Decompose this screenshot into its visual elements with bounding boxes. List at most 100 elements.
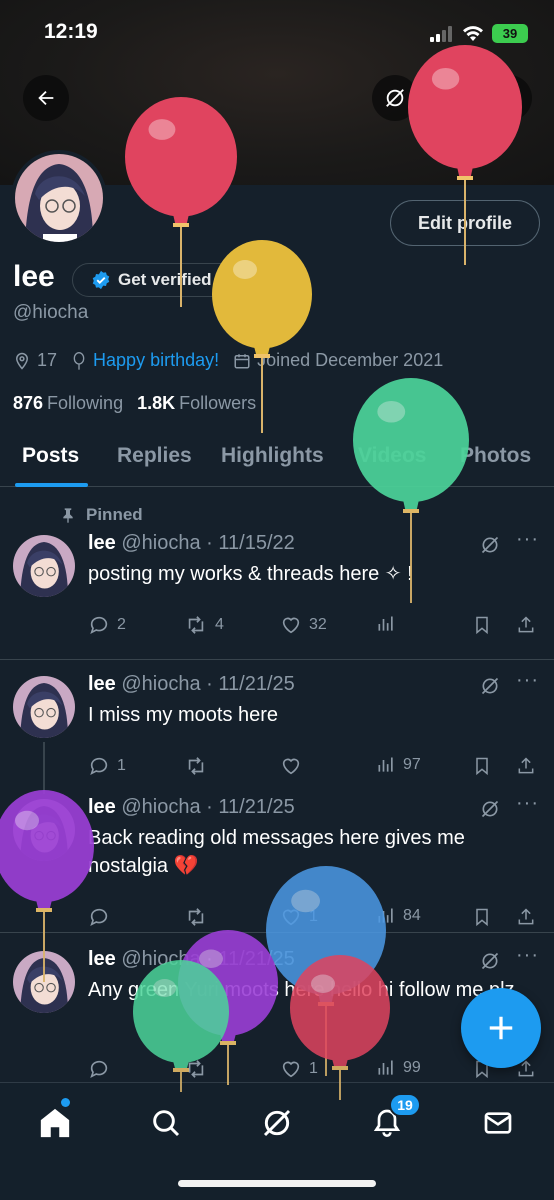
view-count: 84 xyxy=(403,907,421,924)
profile-tabs: Posts Replies Highlights Videos Photos xyxy=(0,432,554,487)
nav-search[interactable] xyxy=(144,1101,188,1145)
share-icon xyxy=(518,616,534,633)
tab-videos[interactable]: Videos xyxy=(358,444,426,468)
post-header: lee @hiocha · 11/21/25 xyxy=(88,673,295,696)
share-button[interactable] xyxy=(486,75,532,121)
reply-button[interactable] xyxy=(88,1058,117,1080)
followers-count: 1.8K xyxy=(137,393,176,413)
share-icon xyxy=(500,88,518,107)
wifi-icon xyxy=(463,25,483,41)
views-button[interactable]: 99 xyxy=(376,1058,421,1078)
post-avatar[interactable] xyxy=(13,799,75,861)
heart-icon xyxy=(282,617,300,634)
profile-avatar[interactable] xyxy=(11,150,107,246)
repost-icon xyxy=(188,1060,204,1078)
grok-icon xyxy=(481,536,499,554)
followers-link[interactable]: 1.8K Followers xyxy=(137,393,256,414)
get-verified-label: Get verified xyxy=(118,270,212,289)
post-header: lee @hiocha · 11/21/25 xyxy=(88,796,295,819)
active-tab-indicator xyxy=(15,483,88,487)
home-unread-dot xyxy=(61,1098,70,1107)
post-share-button[interactable] xyxy=(516,614,536,636)
follow-stats: 876 Following 1.8K Followers xyxy=(13,393,256,414)
like-button[interactable]: 32 xyxy=(280,614,327,636)
profile-handle: @hiocha xyxy=(13,302,89,323)
repost-button[interactable]: 4 xyxy=(184,614,224,636)
post-text: posting my works & threads here ✧ ! xyxy=(88,563,413,585)
reply-icon xyxy=(90,908,108,926)
nav-home[interactable] xyxy=(33,1101,77,1145)
post-meta: @hiocha · 11/21/25 xyxy=(121,673,295,695)
edit-profile-button[interactable]: Edit profile xyxy=(390,200,540,246)
grok-icon xyxy=(481,800,499,818)
birthday-link[interactable]: Happy birthday! xyxy=(93,350,219,371)
like-button[interactable]: 1 xyxy=(280,906,318,928)
share-icon xyxy=(518,757,534,774)
post-avatar[interactable] xyxy=(13,535,75,597)
repost-button[interactable] xyxy=(184,755,215,777)
compose-button[interactable] xyxy=(461,988,541,1068)
repost-button[interactable] xyxy=(184,1058,215,1080)
post-author[interactable]: lee xyxy=(88,673,116,695)
balloon xyxy=(266,866,386,1076)
views-button[interactable]: 97 xyxy=(376,755,421,775)
repost-icon xyxy=(188,908,204,926)
profile-name: lee xyxy=(13,260,55,293)
bookmark-button[interactable] xyxy=(472,614,492,636)
post-share-button[interactable] xyxy=(516,755,536,777)
post-grok-button[interactable] xyxy=(480,951,500,971)
post-avatar[interactable] xyxy=(13,951,75,1013)
bookmark-button[interactable] xyxy=(472,755,492,777)
post-text: Any green Yuri moots here hello hi follo… xyxy=(88,979,515,1001)
views-icon xyxy=(378,616,393,631)
tab-photos[interactable]: Photos xyxy=(460,444,531,468)
post-avatar[interactable] xyxy=(13,676,75,738)
like-count: 1 xyxy=(309,908,318,925)
like-count: 32 xyxy=(309,616,327,633)
post-divider xyxy=(0,659,554,660)
following-count: 876 xyxy=(13,393,44,413)
post-author[interactable]: lee xyxy=(88,796,116,818)
grok-icon xyxy=(481,952,499,970)
nav-messages[interactable] xyxy=(476,1101,520,1145)
post-more-button[interactable]: ··· xyxy=(516,944,539,967)
view-count: 99 xyxy=(403,1059,421,1076)
like-button[interactable] xyxy=(280,755,309,777)
home-icon xyxy=(40,1108,70,1138)
post-meta: @hiocha · 11/21/25 xyxy=(121,948,295,970)
battery-indicator: 39 xyxy=(492,24,528,43)
calendar-icon xyxy=(234,353,250,368)
post-grok-button[interactable] xyxy=(480,676,500,696)
post-meta: @hiocha · 11/21/25 xyxy=(121,796,295,818)
repost-button[interactable] xyxy=(184,906,215,928)
post-grok-button[interactable] xyxy=(480,799,500,819)
pinned-label: Pinned xyxy=(60,505,143,525)
views-icon xyxy=(378,1060,393,1075)
tab-replies[interactable]: Replies xyxy=(117,444,192,468)
views-button[interactable]: 84 xyxy=(376,906,421,926)
nav-grok[interactable] xyxy=(255,1101,299,1145)
like-button[interactable]: 1 xyxy=(280,1058,318,1080)
reply-button[interactable] xyxy=(88,906,117,928)
back-button[interactable] xyxy=(23,75,69,121)
grok-button[interactable] xyxy=(372,75,418,121)
thread-line xyxy=(43,742,45,794)
following-link[interactable]: 876 Following xyxy=(13,393,123,414)
following-label: Following xyxy=(47,393,124,413)
reply-count: 1 xyxy=(117,757,126,774)
views-button[interactable] xyxy=(376,614,403,634)
post-author[interactable]: lee xyxy=(88,532,116,554)
reply-button[interactable]: 1 xyxy=(88,755,126,777)
post-share-button[interactable] xyxy=(516,906,536,928)
bookmark-button[interactable] xyxy=(472,906,492,928)
post-more-button[interactable]: ··· xyxy=(516,669,539,692)
post-more-button[interactable]: ··· xyxy=(516,792,539,815)
post-author[interactable]: lee xyxy=(88,948,116,970)
get-verified-button[interactable]: Get verified xyxy=(72,263,244,297)
tab-highlights[interactable]: Highlights xyxy=(221,444,324,468)
post-more-button[interactable]: ··· xyxy=(516,528,539,551)
search-button[interactable] xyxy=(428,75,474,121)
post-grok-button[interactable] xyxy=(480,535,500,555)
tab-posts[interactable]: Posts xyxy=(22,444,79,468)
reply-button[interactable]: 2 xyxy=(88,614,126,636)
